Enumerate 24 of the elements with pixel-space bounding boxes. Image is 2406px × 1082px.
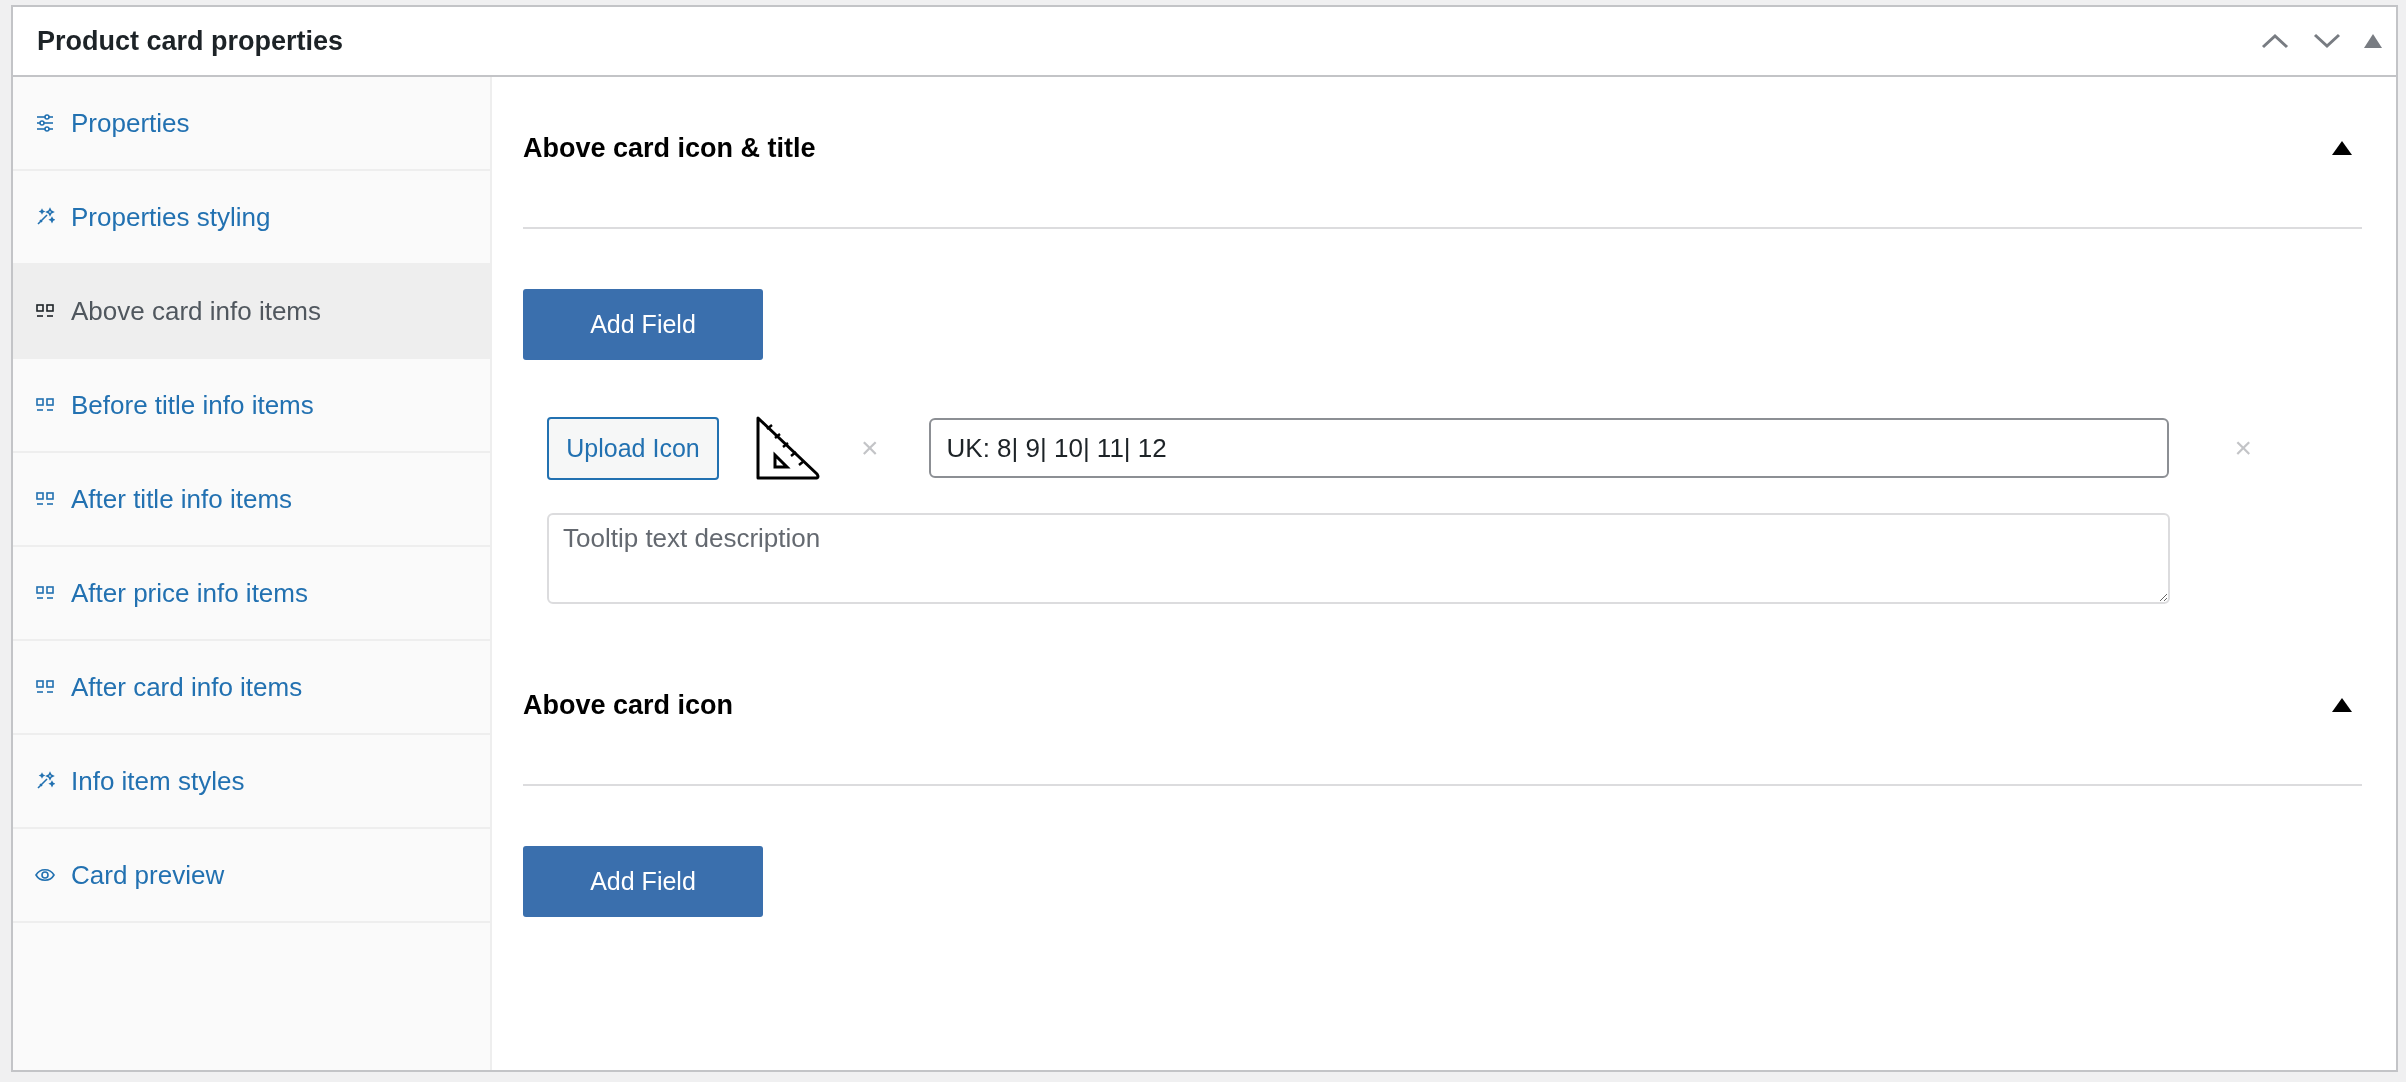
sliders-icon xyxy=(35,113,55,133)
add-field-button[interactable]: Add Field xyxy=(523,289,763,360)
wand-icon xyxy=(35,771,55,791)
add-field-button[interactable]: Add Field xyxy=(523,846,763,917)
upload-icon-button[interactable]: Upload Icon xyxy=(547,416,719,480)
sidebar-item[interactable]: After title info items xyxy=(13,453,490,547)
triangle-ruler-icon xyxy=(755,415,821,481)
section-title: Above card icon & title xyxy=(523,132,817,164)
wand-icon xyxy=(35,207,55,227)
collapse-triangle-icon[interactable] xyxy=(2332,141,2352,155)
section-title: Above card icon xyxy=(523,689,735,721)
sidebar-item[interactable]: Card preview xyxy=(13,829,490,923)
sidebar-item[interactable]: Properties xyxy=(13,77,490,171)
info-text-input[interactable]: UK: 8| 9| 10| 11| 12 xyxy=(928,418,2169,478)
chevron-up-icon[interactable] xyxy=(2260,31,2290,51)
collapse-triangle-icon[interactable] xyxy=(2332,698,2352,712)
chevron-down-icon[interactable] xyxy=(2312,31,2342,51)
sidebar-item[interactable]: After price info items xyxy=(13,547,490,641)
panel-title: Product card properties xyxy=(37,25,345,57)
sidebar-item[interactable]: Info item styles xyxy=(13,735,490,829)
tooltip-textarea[interactable]: Tooltip text description xyxy=(547,513,2170,604)
sidebar-item[interactable]: Before title info items xyxy=(13,359,490,453)
sidebar-item[interactable]: Above card info items xyxy=(13,265,490,359)
sidebar-item[interactable]: After card info items xyxy=(13,641,490,735)
